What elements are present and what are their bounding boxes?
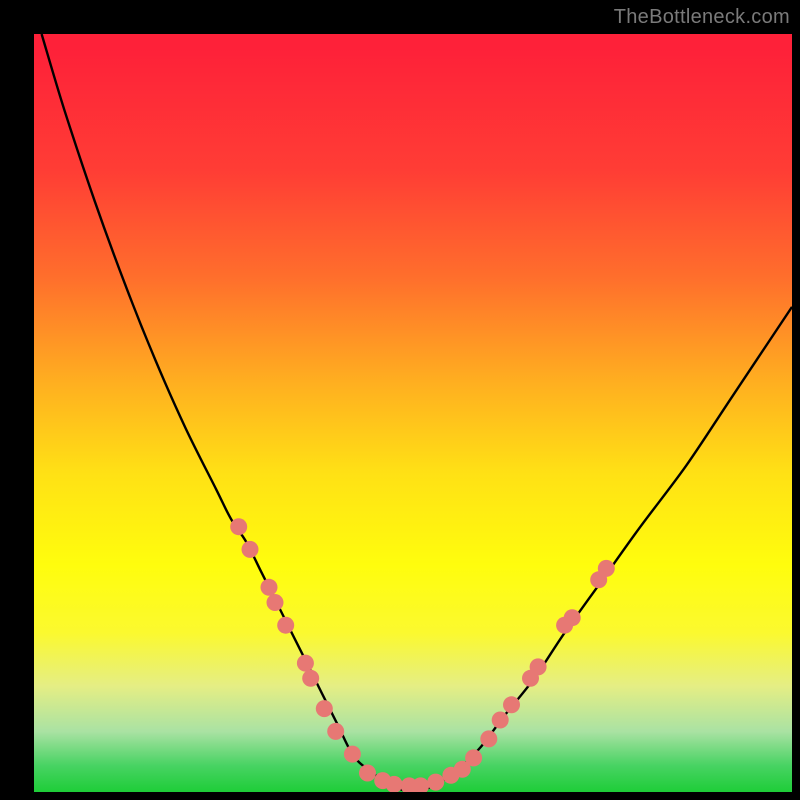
- bottleneck-curve-layer: [34, 34, 792, 792]
- watermark-text: TheBottleneck.com: [614, 6, 790, 29]
- data-point: [344, 746, 361, 763]
- data-point: [480, 730, 497, 747]
- data-point: [327, 723, 344, 740]
- data-point: [492, 712, 509, 729]
- data-point: [359, 765, 376, 782]
- data-point: [465, 749, 482, 766]
- data-point: [564, 609, 581, 626]
- data-point: [598, 560, 615, 577]
- data-point: [267, 594, 284, 611]
- data-point: [242, 541, 259, 558]
- data-points: [230, 518, 615, 792]
- data-point: [230, 518, 247, 535]
- data-point: [277, 617, 294, 634]
- data-point: [302, 670, 319, 687]
- data-point: [261, 579, 278, 596]
- data-point: [297, 655, 314, 672]
- bottleneck-curve: [42, 34, 792, 792]
- data-point: [530, 658, 547, 675]
- plot-area: [34, 34, 792, 792]
- data-point: [316, 700, 333, 717]
- data-point: [427, 774, 444, 791]
- curve-group: [42, 34, 792, 792]
- chart-frame: TheBottleneck.com: [0, 0, 800, 800]
- data-point: [503, 696, 520, 713]
